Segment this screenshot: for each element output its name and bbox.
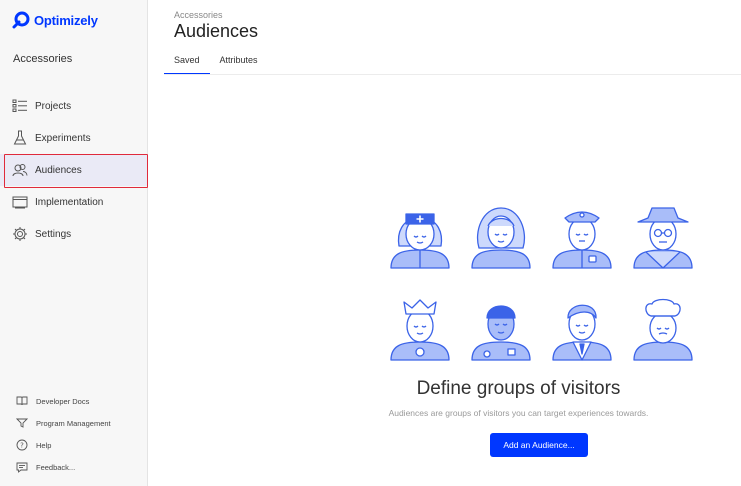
woman-illustration — [470, 204, 532, 270]
sidebar-item-implementation[interactable]: Implementation — [0, 186, 148, 218]
businessman-illustration — [551, 296, 613, 362]
developer-docs-link[interactable]: Developer Docs — [0, 390, 148, 412]
detective-illustration — [632, 204, 694, 270]
program-management-link[interactable]: Program Management — [0, 412, 148, 434]
tab-divider — [164, 74, 741, 75]
police-officer-illustration — [551, 204, 613, 270]
feedback-link[interactable]: Feedback... — [0, 456, 148, 478]
audience-illustrations — [389, 204, 695, 364]
sidebar-item-label: Experiments — [35, 132, 91, 144]
project-name: Accessories — [13, 53, 73, 65]
tab-bar: Saved Attributes — [164, 52, 268, 75]
sidebar-item-label: Implementation — [35, 196, 104, 208]
page-title: Audiences — [174, 21, 259, 41]
empty-state-title: Define groups of visitors — [416, 378, 621, 399]
program-management-label: Program Management — [36, 418, 111, 428]
tab-saved[interactable]: Saved — [164, 52, 210, 75]
nurse-illustration — [389, 204, 451, 270]
browser-window-icon — [12, 194, 28, 210]
tab-attributes[interactable]: Attributes — [210, 52, 268, 75]
king-illustration — [389, 296, 451, 362]
add-audience-button[interactable]: Add an Audience... — [490, 433, 588, 457]
sidebar-item-settings[interactable]: Settings — [0, 218, 148, 250]
optimizely-logo-icon — [12, 11, 30, 29]
developer-docs-label: Developer Docs — [36, 396, 90, 406]
svg-text:?: ? — [20, 442, 24, 450]
funnel-icon — [16, 417, 28, 429]
question-circle-icon: ? — [16, 439, 28, 451]
sidebar-item-projects[interactable]: Projects — [0, 90, 148, 122]
breadcrumb[interactable]: Accessories — [174, 10, 223, 20]
sidebar-item-experiments[interactable]: Experiments — [0, 122, 148, 154]
flask-icon — [12, 130, 28, 146]
empty-state-description: Audiences are groups of visitors you can… — [388, 408, 649, 418]
main-content: Accessories Audiences Saved Attributes D… — [148, 0, 741, 486]
sidebar: Optimizely Accessories Projects Experime… — [0, 0, 148, 486]
book-icon — [16, 395, 28, 407]
help-link[interactable]: ? Help — [0, 434, 148, 456]
sidebar-item-label: Audiences — [35, 164, 82, 176]
sidebar-item-label: Settings — [35, 228, 72, 240]
feedback-label: Feedback... — [36, 462, 76, 472]
projects-list-icon — [12, 98, 28, 114]
sidebar-footer-nav: Developer Docs Program Management ? Help… — [0, 390, 148, 478]
help-label: Help — [36, 440, 52, 450]
doctor-illustration — [470, 296, 532, 362]
sidebar-item-audiences[interactable]: Audiences — [0, 154, 148, 188]
sidebar-nav: Projects Experiments Audiences Implement… — [0, 90, 148, 250]
chat-bubble-icon — [16, 461, 28, 473]
optimizely-logo[interactable]: Optimizely — [12, 11, 98, 29]
gear-icon — [12, 226, 28, 242]
chef-illustration — [632, 296, 694, 362]
logo-text: Optimizely — [34, 12, 98, 28]
sidebar-item-label: Projects — [35, 100, 72, 112]
people-icon — [12, 162, 28, 178]
